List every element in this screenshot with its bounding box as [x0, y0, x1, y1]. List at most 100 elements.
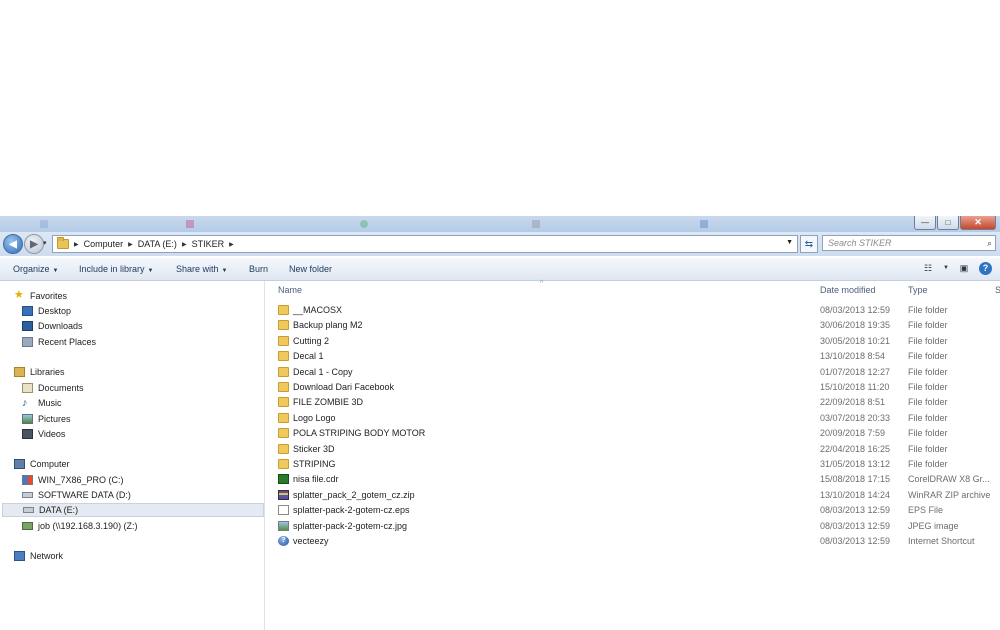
drive-icon [22, 492, 33, 498]
sidebar-network[interactable]: Network [14, 549, 63, 563]
forward-button[interactable]: ▶ [24, 234, 44, 254]
file-type: File folder [908, 305, 948, 315]
breadcrumb-separator-icon[interactable]: ▶ [229, 241, 234, 248]
eps-file-icon [278, 505, 289, 516]
new-folder-button[interactable]: New folder [289, 264, 332, 274]
file-row[interactable]: Decal 1 - Copy 01/07/2018 12:27 File folde… [278, 365, 1000, 380]
folder-icon [278, 382, 289, 392]
file-date-modified: 15/10/2018 11:20 [820, 382, 890, 392]
include-in-library-button[interactable]: Include in library ▼ [79, 264, 153, 274]
sidebar-favorites[interactable]: ★ Favorites [14, 289, 67, 303]
sidebar-item-downloads[interactable]: Downloads [22, 319, 83, 333]
maximize-button[interactable]: □ [937, 216, 959, 230]
file-type: File folder [908, 335, 948, 346]
breadcrumb-stiker[interactable]: STIKER [192, 239, 225, 249]
recent-places-icon [22, 337, 33, 347]
organize-button[interactable]: Organize ▼ [13, 264, 58, 274]
close-button[interactable]: ✕ [960, 216, 996, 230]
burn-button[interactable]: Burn [249, 264, 268, 274]
network-drive-icon [22, 522, 33, 530]
file-name: vecteezy [293, 536, 329, 546]
minimize-button[interactable]: — [914, 216, 936, 230]
address-row: ◀ ▶ ▾ ▶ Computer ▶ DATA (E:) ▶ STIKER ▶ … [0, 232, 1000, 256]
blank-area [0, 0, 1000, 216]
view-dropdown-icon[interactable]: ▼ [943, 261, 949, 275]
search-icon[interactable]: ⌕ [987, 238, 992, 249]
file-date-modified: 30/06/2018 19:35 [820, 320, 891, 331]
chevron-down-icon: ▼ [147, 268, 154, 274]
search-input[interactable]: Search STIKER [828, 238, 892, 248]
sidebar-item-pictures[interactable]: Pictures [22, 412, 71, 426]
file-row[interactable]: splatter_pack_2_gotem_cz.zip 13/10/2018 1… [278, 488, 1000, 503]
file-type: Internet Shortcut [908, 536, 975, 546]
sidebar-item-label: Downloads [38, 321, 83, 331]
sidebar-item-label: Videos [38, 429, 66, 439]
file-row[interactable]: nisa file.cdr 15/08/2018 17:15 CorelDRAW X… [278, 472, 1000, 487]
search-box[interactable]: Search STIKER ⌕ [822, 235, 996, 251]
column-header-type[interactable]: Type [908, 285, 928, 295]
file-row[interactable]: POLA STRIPING BODY MOTOR 20/09/2018 7:59 F… [278, 426, 1000, 441]
file-name: Download Dari Facebook [293, 382, 395, 392]
title-bar[interactable]: — □ ✕ [0, 216, 1000, 232]
breadcrumb-data-drive[interactable]: DATA (E:) [138, 239, 177, 249]
sidebar-item-drive-e[interactable]: DATA (E:) [2, 503, 264, 517]
sidebar-computer[interactable]: Computer [14, 457, 70, 471]
file-row[interactable]: Cutting 2 30/05/2018 10:21 File folder [278, 334, 1000, 349]
back-button[interactable]: ◀ [3, 234, 23, 254]
file-name: __MACOSX [293, 305, 343, 315]
sidebar-item-drive-z[interactable]: job (\\192.168.3.190) (Z:) [22, 519, 138, 533]
network-icon [14, 551, 25, 561]
sidebar-item-drive-c[interactable]: WIN_7X86_PRO (C:) [22, 473, 124, 487]
breadcrumb-separator-icon[interactable]: ▶ [128, 241, 133, 248]
documents-icon [22, 383, 33, 393]
column-header-name[interactable]: Name [278, 285, 302, 295]
file-name: Decal 1 [293, 351, 324, 362]
file-row[interactable]: ? vecteezy 08/03/2013 12:59 Internet Shortc… [278, 534, 1000, 549]
sidebar-item-music[interactable]: ♪ Music [22, 396, 62, 410]
change-view-icon[interactable]: ☷ [921, 261, 935, 275]
breadcrumb-separator-icon[interactable]: ▶ [74, 241, 79, 248]
preview-pane-icon[interactable]: ▣ [957, 261, 971, 275]
address-dropdown-icon[interactable]: ▼ [786, 239, 793, 246]
file-row[interactable]: Backup plang M2 30/06/2018 19:35 File fold… [278, 318, 1000, 333]
address-bar[interactable]: ▶ Computer ▶ DATA (E:) ▶ STIKER ▶ ▼ [52, 235, 798, 253]
sidebar-item-documents[interactable]: Documents [22, 381, 84, 395]
file-date-modified: 30/05/2018 10:21 [820, 335, 891, 346]
column-header-date-modified[interactable]: Date modified [820, 285, 876, 295]
file-date-modified: 08/03/2013 12:59 [820, 305, 891, 315]
file-row[interactable]: FILE ZOMBIE 3D 22/09/2018 8:51 File folder [278, 395, 1000, 410]
computer-icon [14, 459, 25, 469]
help-icon[interactable]: ? [979, 261, 992, 275]
file-date-modified: 15/08/2018 17:15 [820, 474, 891, 485]
sidebar-item-videos[interactable]: Videos [22, 427, 65, 441]
breadcrumb-computer[interactable]: Computer [84, 239, 124, 249]
sidebar-item-desktop[interactable]: Desktop [22, 304, 71, 318]
file-row[interactable]: Sticker 3D 22/04/2018 16:25 File folder [278, 442, 1000, 457]
share-with-button[interactable]: Share with ▼ [176, 264, 227, 274]
folder-icon [278, 305, 289, 315]
pictures-icon [22, 414, 33, 424]
file-row[interactable]: splatter-pack-2-gotem-cz.eps 08/03/2013 1… [278, 503, 1000, 518]
column-header-size[interactable]: S [995, 285, 1000, 295]
file-type: File folder [908, 351, 948, 362]
file-row[interactable]: Download Dari Facebook 15/10/2018 11:20 Fi… [278, 380, 1000, 395]
recent-pages-dropdown-icon[interactable]: ▾ [43, 239, 47, 247]
sidebar-libraries[interactable]: Libraries [14, 365, 65, 379]
file-row[interactable]: Decal 1 13/10/2018 8:54 File folder [278, 349, 1000, 364]
file-row[interactable]: STRIPING 31/05/2018 13:12 File folder [278, 457, 1000, 472]
sidebar-item-recent-places[interactable]: Recent Places [22, 335, 96, 349]
refresh-icon[interactable]: ⇆ [800, 235, 818, 253]
sidebar-item-drive-d[interactable]: SOFTWARE DATA (D:) [22, 488, 131, 502]
music-icon: ♪ [22, 397, 28, 409]
file-row[interactable]: splatter-pack-2-gotem-cz.jpg 08/03/2013 1… [278, 519, 1000, 534]
share-with-label: Share with [176, 264, 219, 274]
folder-icon [278, 320, 289, 331]
breadcrumb-separator-icon[interactable]: ▶ [182, 241, 187, 248]
include-in-library-label: Include in library [79, 264, 145, 274]
file-row[interactable]: __MACOSX 08/03/2013 12:59 File folder [278, 303, 1000, 318]
file-type: File folder [908, 397, 948, 408]
chevron-down-icon: ▼ [52, 268, 59, 274]
file-row[interactable]: Logo Logo 03/07/2018 20:33 File folder [278, 411, 1000, 426]
file-name: splatter-pack-2-gotem-cz.eps [293, 505, 410, 516]
command-bar: Organize ▼ Include in library ▼ Share with… [0, 258, 1000, 281]
